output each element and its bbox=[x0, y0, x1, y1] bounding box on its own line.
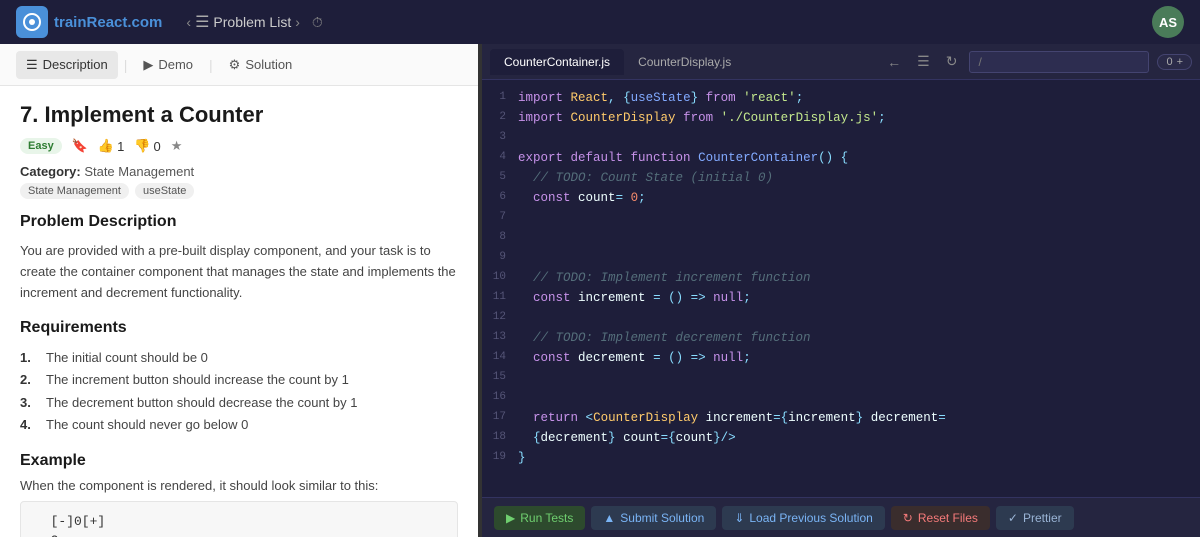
code-line-19: 19 } bbox=[482, 448, 1200, 468]
requirement-item-2: 2. The increment button should increase … bbox=[20, 369, 458, 391]
code-line-13: 13 // TODO: Implement decrement function bbox=[482, 328, 1200, 348]
submit-solution-button[interactable]: ▲ Submit Solution bbox=[591, 506, 716, 530]
prettier-button[interactable]: ✓ Prettier bbox=[996, 506, 1074, 530]
example-text: When the component is rendered, it shoul… bbox=[20, 478, 458, 493]
editor-tab-counter-display[interactable]: CounterDisplay.js bbox=[624, 49, 745, 75]
star-icon: ★ bbox=[171, 138, 183, 154]
category-tags: State Management useState bbox=[20, 183, 458, 199]
requirement-item-3: 3. The decrement button should decrease … bbox=[20, 392, 458, 414]
left-panel: ☰ Description | ▶ Demo | ⚙ Solution 7. I… bbox=[0, 44, 478, 537]
download-icon: ⇓ bbox=[734, 511, 744, 525]
thumbs-down-icon: 👎 bbox=[134, 138, 150, 154]
bottom-toolbar: ▶ Run Tests ▲ Submit Solution ⇓ Load Pre… bbox=[482, 497, 1200, 537]
test-counter: 0 + bbox=[1157, 54, 1192, 70]
problem-title: 7. Implement a Counter bbox=[20, 102, 458, 128]
description-title: Problem Description bbox=[20, 213, 458, 231]
nav-problem-list[interactable]: ☰ Problem List bbox=[195, 12, 291, 32]
description-icon: ☰ bbox=[26, 57, 38, 73]
tab-separator-1: | bbox=[124, 57, 128, 73]
code-line-15: 15 bbox=[482, 368, 1200, 388]
editor-list-btn[interactable]: ☰ bbox=[913, 51, 934, 72]
upvote-btn[interactable]: 👍 1 bbox=[98, 138, 124, 154]
example-code: [-]0[+] 2 bbox=[20, 501, 458, 537]
reset-icon: ↻ bbox=[903, 511, 913, 525]
thumbs-up-icon: 👍 bbox=[98, 138, 114, 154]
downvote-btn[interactable]: 👎 0 bbox=[134, 138, 160, 154]
tab-bar: ☰ Description | ▶ Demo | ⚙ Solution bbox=[0, 44, 478, 86]
requirement-item-4: 4. The count should never go below 0 bbox=[20, 414, 458, 436]
logo-icon bbox=[16, 6, 48, 38]
code-editor[interactable]: 1 import React, {useState} from 'react';… bbox=[482, 80, 1200, 497]
example-title: Example bbox=[20, 452, 458, 470]
difficulty-badge: Easy bbox=[20, 138, 62, 154]
avatar: AS bbox=[1152, 6, 1184, 38]
code-line-11: 11 const increment = () => null; bbox=[482, 288, 1200, 308]
nav-prev-chevron[interactable]: ‹ bbox=[186, 14, 191, 30]
editor-search-input[interactable] bbox=[969, 51, 1149, 73]
check-icon: ✓ bbox=[1008, 511, 1018, 525]
code-line-9: 9 bbox=[482, 248, 1200, 268]
star-btn[interactable]: ★ bbox=[171, 138, 183, 154]
editor-back-btn[interactable]: ← bbox=[883, 52, 905, 72]
bookmark-btn[interactable]: 🔖 bbox=[72, 138, 88, 154]
code-line-16: 16 bbox=[482, 388, 1200, 408]
code-line-8: 8 bbox=[482, 228, 1200, 248]
editor-tab-counter-container[interactable]: CounterContainer.js bbox=[490, 49, 624, 75]
requirements-title: Requirements bbox=[20, 319, 458, 337]
description-text: You are provided with a pre-built displa… bbox=[20, 241, 458, 303]
reset-files-button[interactable]: ↻ Reset Files bbox=[891, 506, 990, 530]
requirements-list: 1. The initial count should be 0 2. The … bbox=[20, 347, 458, 435]
code-line-3: 3 bbox=[482, 128, 1200, 148]
tab-description[interactable]: ☰ Description bbox=[16, 51, 118, 79]
badges-row: Easy 🔖 👍 1 👎 0 ★ bbox=[20, 138, 458, 154]
requirement-item-1: 1. The initial count should be 0 bbox=[20, 347, 458, 369]
code-line-2: 2 import CounterDisplay from './CounterD… bbox=[482, 108, 1200, 128]
logo-text: trainReact.com bbox=[54, 14, 162, 31]
logo[interactable]: trainReact.com bbox=[16, 6, 162, 38]
code-line-7: 7 bbox=[482, 208, 1200, 228]
editor-controls: ← ☰ ↻ 0 + bbox=[883, 51, 1192, 73]
submit-icon: ▲ bbox=[603, 511, 615, 525]
code-line-6: 6 const count= 0; bbox=[482, 188, 1200, 208]
run-tests-button[interactable]: ▶ Run Tests bbox=[494, 506, 585, 530]
code-line-14: 14 const decrement = () => null; bbox=[482, 348, 1200, 368]
play-icon: ▶ bbox=[506, 511, 515, 525]
code-line-17: 17 return <CounterDisplay increment={inc… bbox=[482, 408, 1200, 428]
code-line-18: 18 {decrement} count={count}/> bbox=[482, 428, 1200, 448]
tab-separator-2: | bbox=[209, 57, 213, 73]
code-line-10: 10 // TODO: Implement increment function bbox=[482, 268, 1200, 288]
code-line-1: 1 import React, {useState} from 'react'; bbox=[482, 88, 1200, 108]
top-navigation: trainReact.com ‹ ☰ Problem List › ⏱ AS bbox=[0, 0, 1200, 44]
editor-refresh-btn[interactable]: ↻ bbox=[942, 51, 962, 72]
tab-solution[interactable]: ⚙ Solution bbox=[219, 51, 303, 79]
menu-icon: ☰ bbox=[195, 12, 209, 32]
content-area: 7. Implement a Counter Easy 🔖 👍 1 👎 0 bbox=[0, 86, 478, 537]
editor-tab-bar: CounterContainer.js CounterDisplay.js ← … bbox=[482, 44, 1200, 80]
code-line-12: 12 bbox=[482, 308, 1200, 328]
bookmark-icon: 🔖 bbox=[72, 138, 88, 154]
timer-icon[interactable]: ⏱ bbox=[312, 14, 323, 31]
main-layout: ☰ Description | ▶ Demo | ⚙ Solution 7. I… bbox=[0, 44, 1200, 537]
solution-icon: ⚙ bbox=[229, 57, 241, 73]
tab-demo[interactable]: ▶ Demo bbox=[133, 51, 203, 79]
code-line-4: 4 export default function CounterContain… bbox=[482, 148, 1200, 168]
code-line-5: 5 // TODO: Count State (initial 0) bbox=[482, 168, 1200, 188]
tag-usestate[interactable]: useState bbox=[135, 183, 194, 199]
right-panel: CounterContainer.js CounterDisplay.js ← … bbox=[482, 44, 1200, 537]
demo-icon: ▶ bbox=[143, 57, 153, 73]
tag-state-management[interactable]: State Management bbox=[20, 183, 129, 199]
category-row: Category: State Management bbox=[20, 164, 458, 179]
nav-next-chevron[interactable]: › bbox=[295, 14, 300, 30]
load-previous-button[interactable]: ⇓ Load Previous Solution bbox=[722, 506, 884, 530]
